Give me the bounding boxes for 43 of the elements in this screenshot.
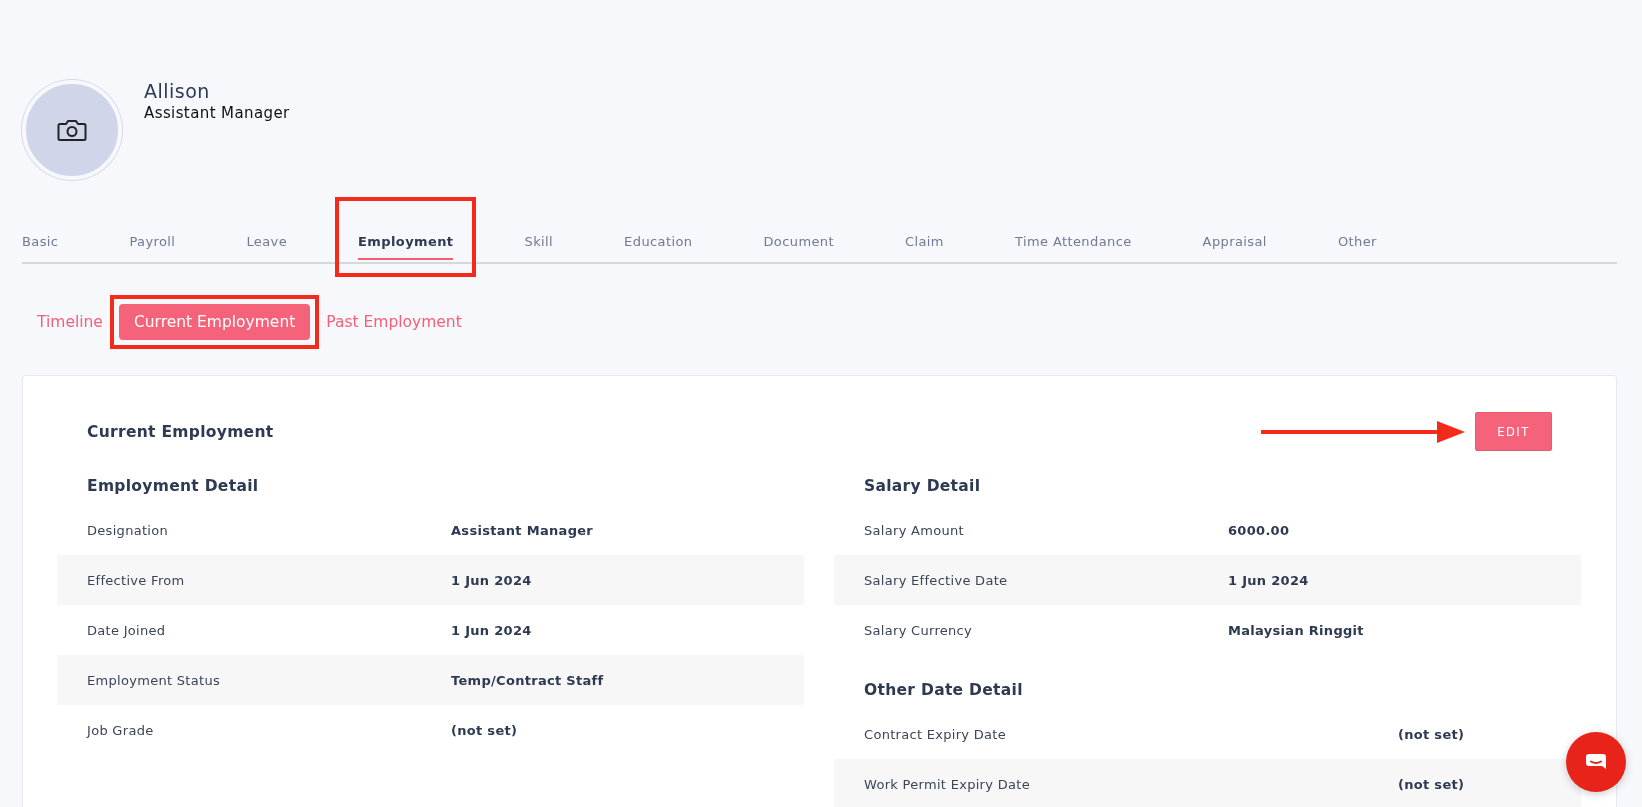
section-title: Other Date Detail	[863, 680, 1024, 701]
field-value: 1 Jun 2024	[451, 572, 532, 588]
field-value: 1 Jun 2024	[451, 622, 532, 638]
field-value: (not set)	[1398, 726, 1465, 742]
field-value: (not set)	[451, 722, 518, 738]
chat-icon	[1585, 753, 1607, 771]
edit-button[interactable]: EDIT	[1475, 412, 1552, 451]
employee-name: Allison	[144, 80, 211, 102]
section-title: Employment Detail	[86, 476, 260, 497]
tab[interactable]: Leave	[246, 226, 288, 260]
tab[interactable]: Other	[1337, 226, 1377, 260]
tab[interactable]: Document	[763, 226, 834, 260]
employee-position: Assistant Manager	[144, 104, 290, 122]
camera-icon	[57, 118, 87, 142]
card-title: Current Employment	[87, 422, 274, 441]
subtab[interactable]: Timeline	[37, 304, 103, 340]
subtab[interactable]: Past Employment	[326, 304, 462, 340]
field-label: Salary Amount	[864, 522, 965, 538]
tab[interactable]: Payroll	[129, 226, 176, 260]
tab[interactable]: Claim	[905, 226, 944, 260]
tab[interactable]: Appraisal	[1202, 226, 1267, 260]
field-label: Salary Effective Date	[864, 572, 1009, 588]
tab[interactable]: Skill	[524, 226, 554, 260]
field-value: (not set)	[1398, 776, 1465, 792]
field-label: Work Permit Expiry Date	[864, 776, 1031, 792]
field-value: Assistant Manager	[451, 522, 594, 538]
field-value: Malaysian Ringgit	[1228, 622, 1364, 638]
field-label: Salary Currency	[864, 622, 974, 638]
tab[interactable]: Basic	[22, 226, 59, 260]
field-label: Contract Expiry Date	[864, 726, 1008, 742]
subtab[interactable]: Current Employment	[118, 304, 311, 340]
tab[interactable]: Time Attendance	[1014, 226, 1132, 260]
field-value: 1 Jun 2024	[1228, 572, 1309, 588]
field-label: Job Grade	[87, 722, 155, 738]
field-value: Temp/Contract Staff	[451, 672, 604, 688]
tab[interactable]: Employment	[358, 226, 454, 260]
field-label: Designation	[87, 522, 170, 538]
field-label: Employment Status	[87, 672, 222, 688]
section-title: Salary Detail	[863, 476, 982, 497]
field-label: Date Joined	[87, 622, 167, 638]
field-label: Effective From	[87, 572, 186, 588]
field-value: 6000.00	[1228, 522, 1290, 538]
tab[interactable]: Education	[624, 226, 693, 260]
